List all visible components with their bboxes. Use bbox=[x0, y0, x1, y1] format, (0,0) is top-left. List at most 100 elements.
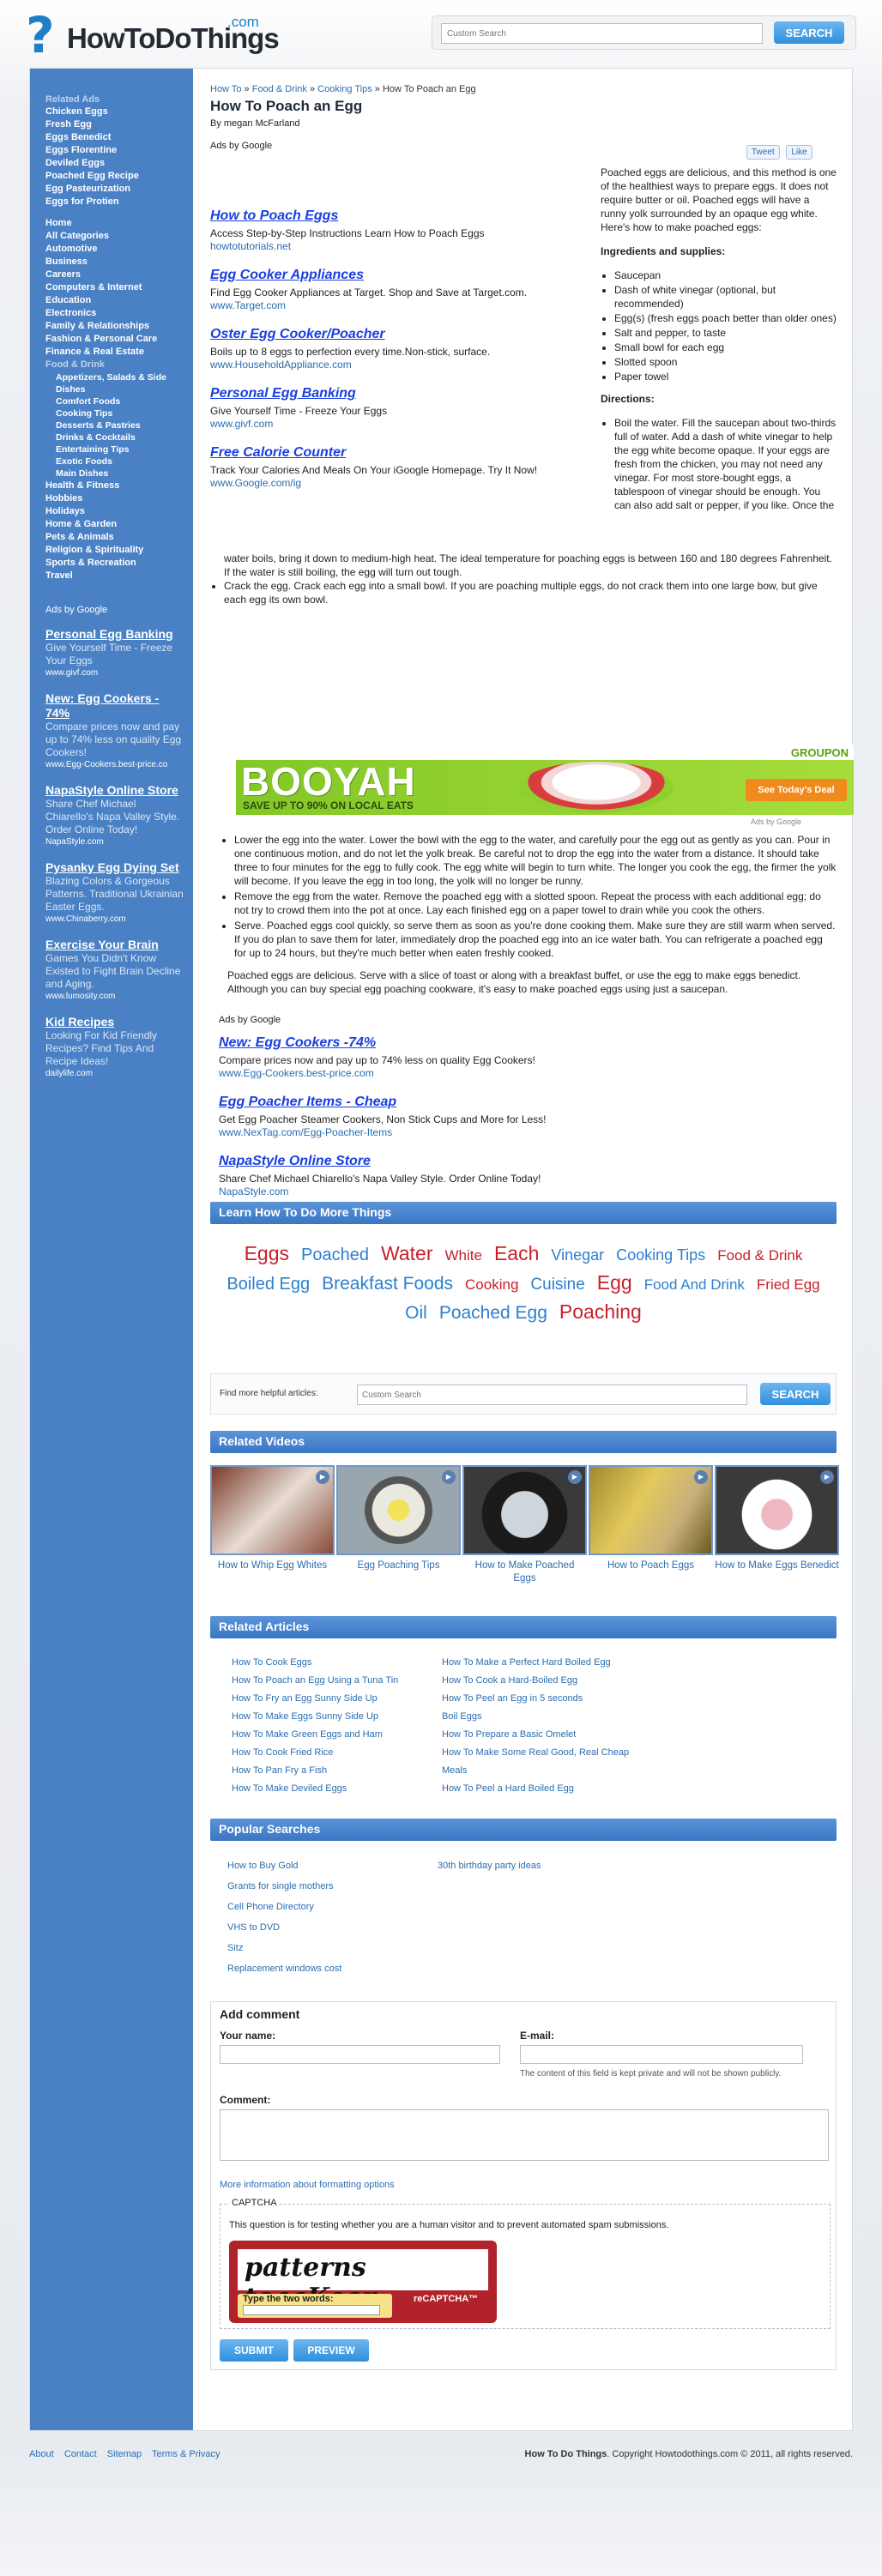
ad-url-link[interactable]: www.Google.com/ig bbox=[210, 477, 553, 489]
breadcrumb-cooking-tips[interactable]: Cooking Tips bbox=[317, 84, 372, 94]
ad-url-link[interactable]: howtotutorials.net bbox=[210, 240, 553, 252]
ad-title-link[interactable]: NapaStyle Online Store bbox=[219, 1154, 837, 1169]
footer-sitemap-link[interactable]: Sitemap bbox=[107, 2449, 142, 2459]
related-article-link[interactable]: How To Make Deviled Eggs bbox=[232, 1780, 433, 1798]
sidebar-related-ad-link[interactable]: Deviled Eggs bbox=[45, 157, 184, 170]
tweet-button[interactable]: Tweet bbox=[746, 145, 780, 160]
formatting-options-link[interactable]: More information about formatting option… bbox=[220, 2180, 395, 2190]
comment-textarea[interactable] bbox=[220, 2109, 829, 2161]
sidebar-category-link[interactable]: Holidays bbox=[45, 505, 184, 518]
ad-title-link[interactable]: Oster Egg Cooker/Poacher bbox=[210, 327, 553, 342]
footer-contact-link[interactable]: Contact bbox=[64, 2449, 97, 2459]
tag-link[interactable]: Fried Egg bbox=[757, 1272, 820, 1298]
sidebar-ad-title[interactable]: Personal Egg Banking bbox=[45, 627, 184, 642]
popular-search-link[interactable]: How to Buy Gold bbox=[227, 1855, 433, 1876]
sidebar-all-categories[interactable]: All Categories bbox=[45, 230, 184, 243]
sidebar-ad-url[interactable]: www.Egg-Cookers.best-price.co bbox=[45, 759, 184, 771]
search-button[interactable]: SEARCH bbox=[774, 21, 844, 44]
related-article-link[interactable]: How To Make Green Eggs and Ham bbox=[232, 1726, 433, 1744]
sidebar-related-ad-link[interactable]: Chicken Eggs bbox=[45, 106, 184, 118]
ad-title-link[interactable]: Free Calorie Counter bbox=[210, 445, 553, 461]
tag-link[interactable]: Each bbox=[494, 1240, 539, 1266]
ad-url-link[interactable]: NapaStyle.com bbox=[219, 1185, 837, 1198]
popular-search-link[interactable]: Cell Phone Directory bbox=[227, 1897, 433, 1917]
sidebar-ad-title[interactable]: Pysanky Egg Dying Set bbox=[45, 860, 184, 875]
name-field[interactable] bbox=[220, 2045, 500, 2064]
sidebar-ad-title[interactable]: New: Egg Cookers - 74% bbox=[45, 691, 184, 721]
video-thumbnail[interactable]: ▶ bbox=[210, 1465, 335, 1555]
ad-url-link[interactable]: www.givf.com bbox=[210, 418, 553, 430]
search-input[interactable] bbox=[441, 23, 763, 44]
tag-link[interactable]: Cooking Tips bbox=[616, 1242, 705, 1268]
sidebar-subcategory-link[interactable]: Entertaining Tips bbox=[45, 443, 184, 455]
related-article-link[interactable]: How To Make a Perfect Hard Boiled Egg bbox=[442, 1654, 648, 1672]
sidebar-related-ad-link[interactable]: Poached Egg Recipe bbox=[45, 170, 184, 183]
tag-link[interactable]: Poaching bbox=[559, 1299, 642, 1324]
tag-link[interactable]: Water bbox=[381, 1240, 433, 1266]
sidebar-subcategory-link[interactable]: Exotic Foods bbox=[45, 455, 184, 468]
sidebar-category-link[interactable]: Fashion & Personal Care bbox=[45, 333, 184, 346]
ad-title-link[interactable]: How to Poach Eggs bbox=[210, 208, 553, 224]
sidebar-ad-url[interactable]: www.lumosity.com bbox=[45, 991, 184, 1003]
sidebar-category-link[interactable]: Education bbox=[45, 294, 184, 307]
sidebar-related-ad-link[interactable]: Eggs Benedict bbox=[45, 131, 184, 144]
related-article-link[interactable]: How To Prepare a Basic Omelet bbox=[442, 1726, 648, 1744]
sidebar-category-link[interactable]: Business bbox=[45, 256, 184, 268]
popular-search-link[interactable]: Grants for single mothers bbox=[227, 1876, 433, 1897]
sidebar-food-drink[interactable]: Food & Drink bbox=[45, 359, 184, 371]
tag-link[interactable]: Poached Egg bbox=[439, 1300, 547, 1326]
tag-link[interactable]: White bbox=[445, 1243, 482, 1269]
sidebar-category-link[interactable]: Automotive bbox=[45, 243, 184, 256]
video-thumbnail[interactable]: ▶ bbox=[589, 1465, 713, 1555]
site-logo[interactable]: ? HowToDoThings .com bbox=[26, 7, 283, 60]
video-title-link[interactable]: How to Whip Egg Whites bbox=[210, 1559, 335, 1572]
sidebar-ad-url[interactable]: dailylife.com bbox=[45, 1068, 184, 1080]
related-article-link[interactable]: How To Cook Eggs bbox=[232, 1654, 433, 1672]
footer-terms-link[interactable]: Terms & Privacy bbox=[152, 2449, 220, 2459]
related-article-link[interactable]: How To Peel an Egg in 5 seconds bbox=[442, 1690, 648, 1708]
popular-search-link[interactable]: 30th birthday party ideas bbox=[438, 1855, 643, 1876]
video-thumbnail[interactable]: ▶ bbox=[462, 1465, 587, 1555]
sidebar-category-link[interactable]: Hobbies bbox=[45, 492, 184, 505]
find-search-button[interactable]: SEARCH bbox=[760, 1383, 831, 1405]
video-title-link[interactable]: How to Make Eggs Benedict bbox=[715, 1559, 839, 1572]
related-article-link[interactable]: How To Cook Fried Rice bbox=[232, 1744, 433, 1762]
sidebar-related-ad-link[interactable]: Fresh Egg bbox=[45, 118, 184, 131]
groupon-banner-ad[interactable]: BOOYAH SAVE UP TO 90% ON LOCAL EATS GROU… bbox=[236, 745, 854, 815]
ad-title-link[interactable]: Egg Cooker Appliances bbox=[210, 268, 553, 283]
sidebar-ad-url[interactable]: www.Chinaberry.com bbox=[45, 914, 184, 926]
sidebar-category-link[interactable]: Family & Relationships bbox=[45, 320, 184, 333]
related-article-link[interactable]: How To Fry an Egg Sunny Side Up bbox=[232, 1690, 433, 1708]
sidebar-subcategory-link[interactable]: Drinks & Cocktails bbox=[45, 431, 184, 443]
ad-url-link[interactable]: www.NexTag.com/Egg-Poacher-Items bbox=[219, 1126, 837, 1138]
facebook-like-button[interactable]: Like bbox=[786, 145, 813, 160]
sidebar-related-ad-link[interactable]: Eggs Florentine bbox=[45, 144, 184, 157]
find-articles-input[interactable] bbox=[357, 1385, 747, 1405]
footer-about-link[interactable]: About bbox=[29, 2449, 54, 2459]
related-article-link[interactable]: How To Make Eggs Sunny Side Up bbox=[232, 1708, 433, 1726]
video-card[interactable]: ▶ How to Make Poached Eggs bbox=[462, 1465, 587, 1585]
related-article-link[interactable]: How To Make Some Real Good, Real Cheap M… bbox=[442, 1744, 648, 1780]
sidebar-home[interactable]: Home bbox=[45, 217, 184, 230]
email-field[interactable] bbox=[520, 2045, 803, 2064]
sidebar-subcategory-link[interactable]: Desserts & Pastries bbox=[45, 419, 184, 431]
ad-title-link[interactable]: Egg Poacher Items - Cheap bbox=[219, 1095, 837, 1110]
tag-link[interactable]: Food And Drink bbox=[644, 1272, 745, 1298]
sidebar-subcategory-link[interactable]: Main Dishes bbox=[45, 468, 184, 480]
video-card[interactable]: ▶ How to Poach Eggs bbox=[589, 1465, 713, 1572]
related-article-link[interactable]: How To Poach an Egg Using a Tuna Tin bbox=[232, 1672, 433, 1690]
todays-deal-button[interactable]: See Today's Deal bbox=[746, 779, 847, 801]
video-title-link[interactable]: How to Make Poached Eggs bbox=[462, 1559, 587, 1585]
popular-search-link[interactable]: Sitz bbox=[227, 1938, 433, 1958]
sidebar-ad-title[interactable]: Exercise Your Brain bbox=[45, 938, 184, 952]
sidebar-ad-url[interactable]: NapaStyle.com bbox=[45, 836, 184, 848]
sidebar-category-link[interactable]: Home & Garden bbox=[45, 518, 184, 531]
tag-link[interactable]: Poached bbox=[301, 1242, 369, 1268]
sidebar-related-ad-link[interactable]: Eggs for Protien bbox=[45, 196, 184, 208]
tag-link[interactable]: Oil bbox=[405, 1300, 427, 1326]
ad-url-link[interactable]: www.Egg-Cookers.best-price.com bbox=[219, 1067, 837, 1079]
sidebar-ad-url[interactable]: www.givf.com bbox=[45, 667, 184, 679]
sidebar-category-link[interactable]: Travel bbox=[45, 570, 184, 582]
tag-link[interactable]: Egg bbox=[597, 1270, 632, 1295]
sidebar-ad-title[interactable]: NapaStyle Online Store bbox=[45, 783, 184, 798]
